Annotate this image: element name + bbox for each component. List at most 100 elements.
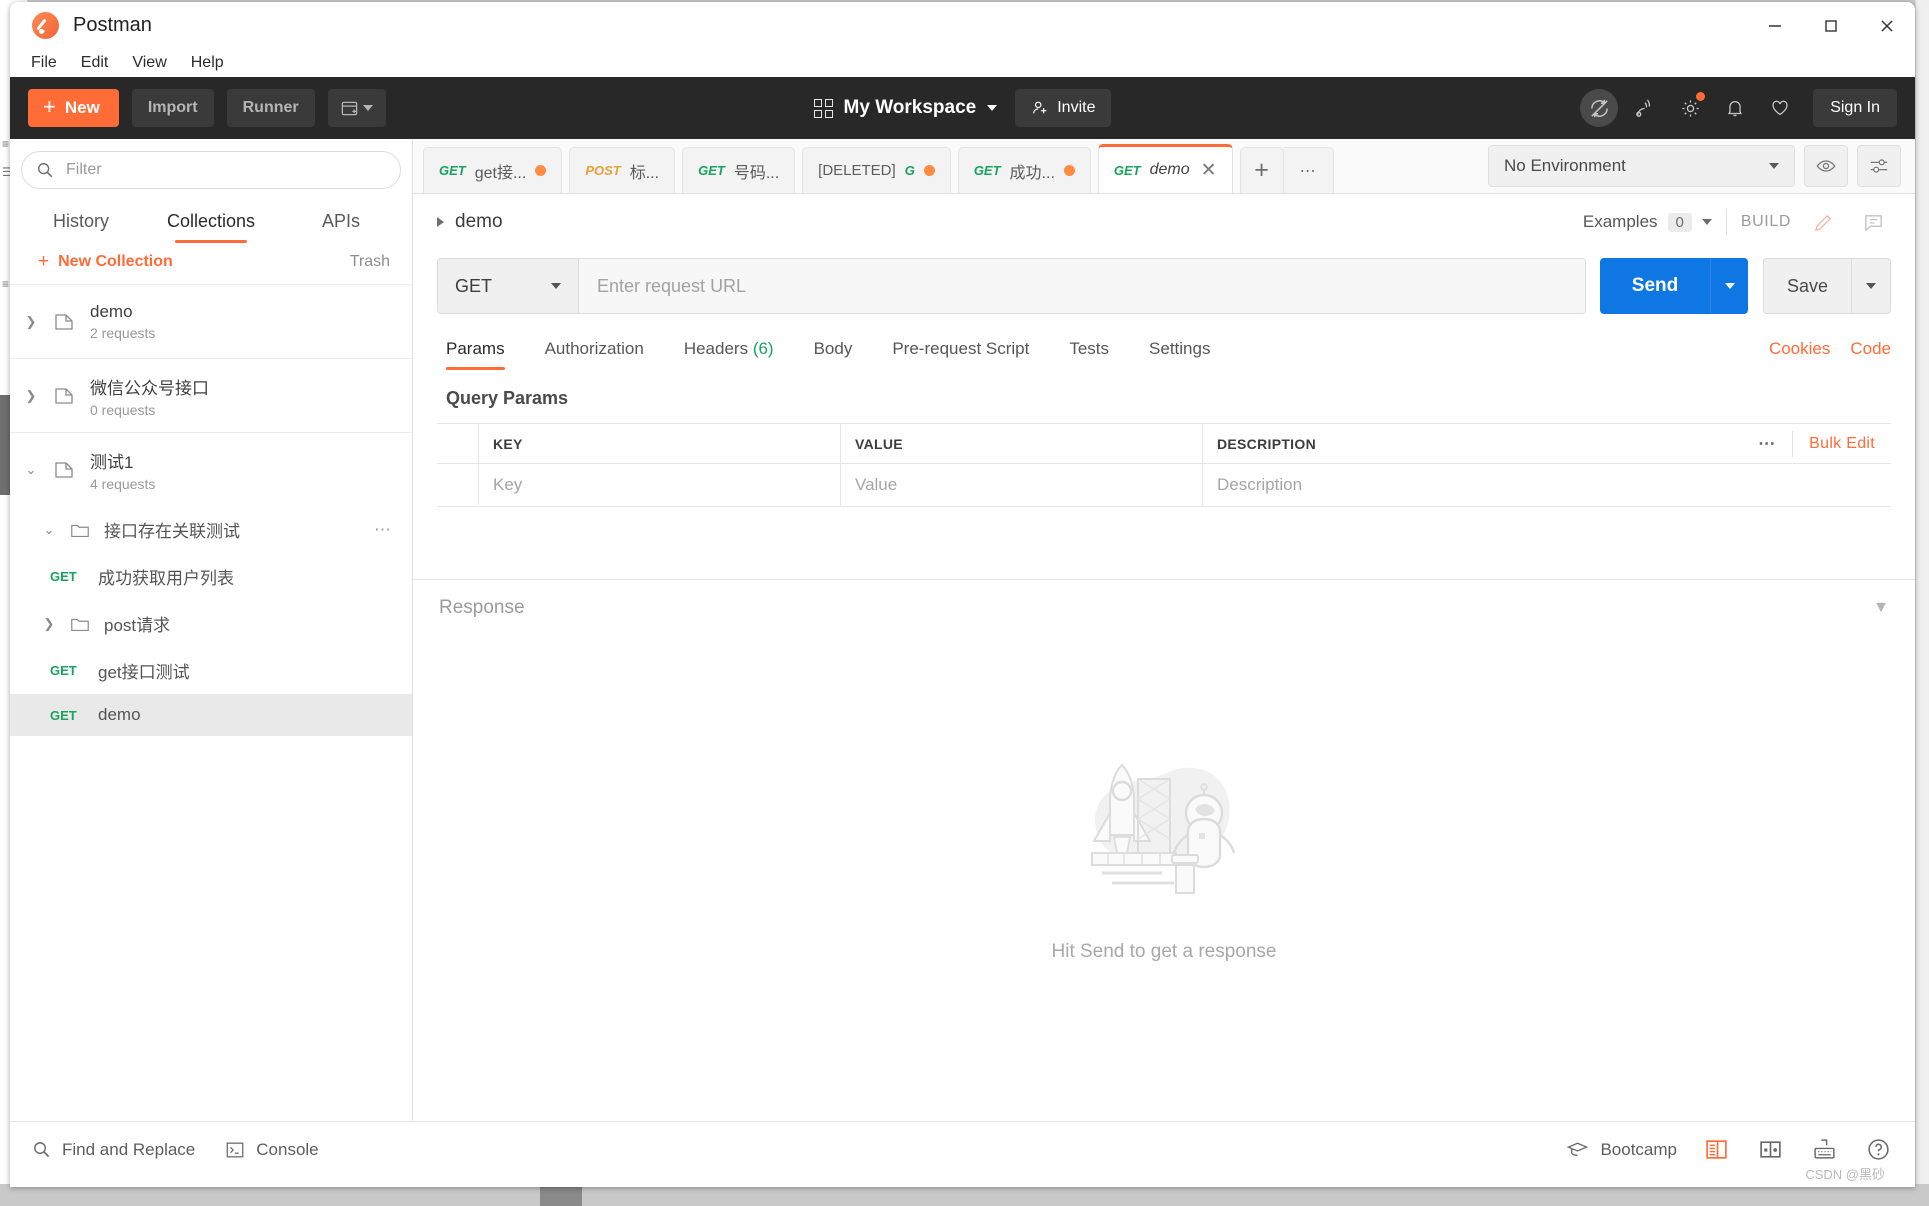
tab-headers[interactable]: Headers (6) xyxy=(664,339,794,370)
watermark: CSDN @黑砂 xyxy=(1805,1167,1885,1182)
sync-off-icon[interactable] xyxy=(1580,89,1619,127)
table-row[interactable]: Key Value Description xyxy=(437,464,1891,506)
tab-method: GET xyxy=(439,163,466,178)
send-options-button[interactable] xyxy=(1710,258,1748,314)
keyboard-shortcuts-icon[interactable] xyxy=(1809,1135,1839,1165)
runner-button[interactable]: Runner xyxy=(226,89,315,127)
breadcrumb[interactable]: demo xyxy=(437,211,503,233)
chevron-down-icon[interactable]: ⌄ xyxy=(24,462,38,478)
graduation-cap-icon xyxy=(1567,1142,1589,1157)
send-button[interactable]: Send xyxy=(1600,258,1710,314)
sidebar-tab-history[interactable]: History xyxy=(16,205,146,243)
row-checkbox-cell[interactable] xyxy=(437,465,479,505)
maximize-button[interactable] xyxy=(1803,2,1859,49)
examples-selector[interactable]: Examples 0 xyxy=(1583,212,1712,232)
sidebar-tabs: History Collections APIs xyxy=(10,205,412,243)
new-collection-button[interactable]: + New Collection xyxy=(38,251,173,273)
chevron-right-icon[interactable]: ❯ xyxy=(24,314,38,330)
response-empty-message: Hit Send to get a response xyxy=(1051,941,1277,962)
request-tab-2[interactable]: GET 号码... xyxy=(682,147,796,193)
request-tab-1[interactable]: POST 标... xyxy=(569,147,676,193)
request-row-getuserlist[interactable]: GET 成功获取用户列表 xyxy=(10,553,412,600)
app-body: Filter History Collections APIs + New Co… xyxy=(10,139,1915,1121)
invite-button[interactable]: Invite xyxy=(1015,89,1112,127)
edit-pencil-icon[interactable] xyxy=(1805,204,1841,240)
cell-description[interactable]: Description xyxy=(1203,464,1891,506)
two-pane-view-icon[interactable] xyxy=(1701,1135,1731,1165)
split-pane-view-icon[interactable] xyxy=(1755,1135,1785,1165)
method-selector[interactable]: GET xyxy=(438,259,579,313)
chevron-right-icon[interactable]: ❯ xyxy=(42,616,56,632)
satellite-icon[interactable] xyxy=(1627,90,1663,126)
folder-more-icon[interactable]: ⋯ xyxy=(374,520,392,540)
tab-settings[interactable]: Settings xyxy=(1129,339,1230,370)
code-link[interactable]: Code xyxy=(1850,339,1891,359)
trash-button[interactable]: Trash xyxy=(350,253,390,271)
console-button[interactable]: Console xyxy=(225,1140,319,1160)
request-tab-3[interactable]: [DELETED] G xyxy=(802,147,951,193)
collection-item-wechat[interactable]: ❯ 微信公众号接口 0 requests xyxy=(10,358,412,432)
tab-params[interactable]: Params xyxy=(437,339,525,370)
bulk-edit-link[interactable]: Bulk Edit xyxy=(1809,435,1875,453)
filter-input-wrapper[interactable]: Filter xyxy=(21,151,401,189)
request-tab-demo-active[interactable]: GET demo ✕ xyxy=(1097,144,1233,193)
request-tab-4[interactable]: GET 成功... xyxy=(957,147,1091,193)
save-button[interactable]: Save xyxy=(1763,258,1851,314)
response-collapse-icon[interactable]: ▼ xyxy=(1873,599,1889,617)
collection-item-demo[interactable]: ❯ demo 2 requests xyxy=(10,284,412,358)
url-input[interactable]: Enter request URL xyxy=(579,259,1585,313)
build-label: BUILD xyxy=(1740,213,1791,230)
menu-item-help[interactable]: Help xyxy=(179,49,236,77)
request-row-gettest[interactable]: GET get接口测试 xyxy=(10,647,412,694)
tab-body[interactable]: Body xyxy=(794,339,873,370)
table-more-icon[interactable]: ⋯ xyxy=(1758,434,1776,454)
cell-value[interactable]: Value xyxy=(841,464,1203,506)
request-row-demo[interactable]: GET demo xyxy=(10,694,412,736)
environment-quick-look-button[interactable] xyxy=(1804,145,1848,187)
menu-item-edit[interactable]: Edit xyxy=(69,49,121,77)
tab-authorization[interactable]: Authorization xyxy=(525,339,664,370)
tab-method: POST xyxy=(585,163,621,178)
comment-icon[interactable] xyxy=(1855,204,1891,240)
tab-pre-request-script[interactable]: Pre-request Script xyxy=(872,339,1049,370)
sign-in-button[interactable]: Sign In xyxy=(1813,89,1897,127)
new-window-button[interactable] xyxy=(327,89,386,127)
find-and-replace-button[interactable]: Find and Replace xyxy=(32,1140,195,1160)
workspace-selector[interactable]: My Workspace xyxy=(813,97,998,119)
bell-icon[interactable] xyxy=(1717,90,1753,126)
tab-title: 成功... xyxy=(1009,164,1055,182)
collection-item-test1[interactable]: ⌄ 测试1 4 requests xyxy=(10,432,412,506)
sidebar-action-row: + New Collection Trash xyxy=(10,243,412,284)
method-url-group: GET Enter request URL xyxy=(437,258,1586,314)
table-header-row: KEY VALUE DESCRIPTION ⋯ Bulk Edit xyxy=(437,423,1891,464)
settings-gear-icon[interactable] xyxy=(1672,90,1708,126)
main-toolbar: + New Import Runner My Workspace Invite xyxy=(10,77,1915,139)
environment-selector[interactable]: No Environment xyxy=(1488,145,1795,187)
sidebar-tab-collections[interactable]: Collections xyxy=(146,205,276,243)
new-tab-button[interactable]: + xyxy=(1239,147,1284,193)
close-tab-icon[interactable]: ✕ xyxy=(1201,159,1217,182)
menu-item-view[interactable]: View xyxy=(120,49,178,77)
tab-options-button[interactable]: ⋯ xyxy=(1283,147,1334,193)
save-options-button[interactable] xyxy=(1851,258,1891,314)
request-tab-0[interactable]: GET get接... xyxy=(423,147,563,193)
folder-row-post[interactable]: ❯ post请求 xyxy=(10,600,412,647)
chevron-right-icon[interactable]: ❯ xyxy=(24,388,38,404)
close-button[interactable] xyxy=(1859,2,1915,49)
heart-icon[interactable] xyxy=(1762,90,1798,126)
help-icon[interactable] xyxy=(1863,1135,1893,1165)
window-controls xyxy=(1747,2,1915,49)
cell-key[interactable]: Key xyxy=(479,464,841,506)
menu-item-file[interactable]: File xyxy=(27,49,69,77)
sidebar-tab-apis[interactable]: APIs xyxy=(276,205,406,243)
tab-tests[interactable]: Tests xyxy=(1049,339,1129,370)
bootcamp-button[interactable]: Bootcamp xyxy=(1566,1138,1677,1161)
unsaved-dot-icon xyxy=(923,165,935,176)
manage-environments-button[interactable] xyxy=(1857,145,1901,187)
folder-row-guanlian[interactable]: ⌄ 接口存在关联测试 ⋯ xyxy=(10,506,412,553)
minimize-button[interactable] xyxy=(1747,2,1803,49)
new-button[interactable]: + New xyxy=(28,89,119,127)
cookies-link[interactable]: Cookies xyxy=(1769,339,1830,359)
import-button[interactable]: Import xyxy=(131,89,214,127)
chevron-down-icon[interactable]: ⌄ xyxy=(42,522,56,538)
